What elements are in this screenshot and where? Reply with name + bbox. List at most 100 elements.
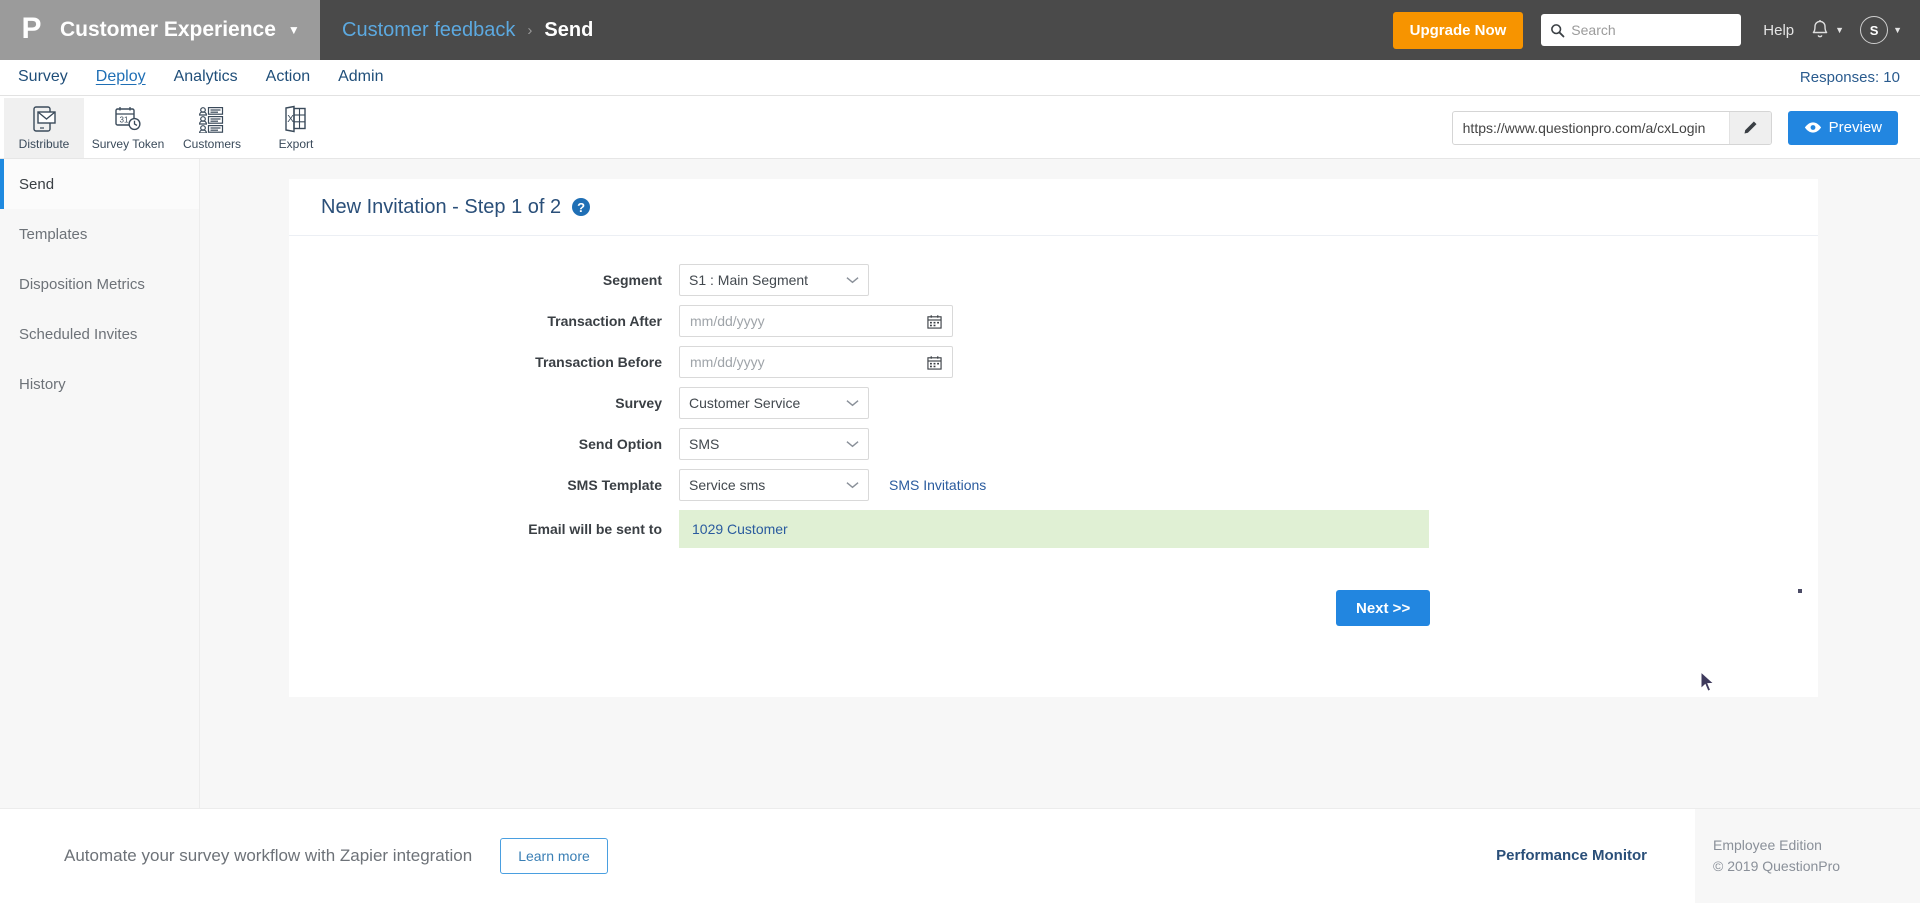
transaction-before-field[interactable] — [679, 346, 953, 378]
sms-invitations-link[interactable]: SMS Invitations — [889, 477, 986, 493]
sidebar-item-send[interactable]: Send — [0, 159, 199, 209]
sms-template-value: Service sms — [689, 477, 766, 493]
chevron-down-icon — [846, 400, 859, 407]
caret-down-icon[interactable]: ▼ — [288, 24, 300, 36]
sidebar-item-history[interactable]: History — [0, 359, 199, 409]
preview-button[interactable]: Preview — [1787, 110, 1898, 145]
top-bar-right: Upgrade Now Help ▼ S ▼ — [1392, 11, 1920, 49]
invitation-form: Segment S1 : Main Segment Transaction Af… — [289, 236, 1818, 626]
sidebar-item-scheduled-invites[interactable]: Scheduled Invites — [0, 309, 199, 359]
survey-url-text: https://www.questionpro.com/a/cxLogin — [1462, 119, 1706, 136]
deploy-toolbar: Distribute 31 Survey Token Customers X E… — [0, 97, 1920, 159]
toolbar-right: https://www.questionpro.com/a/cxLogin Pr… — [1451, 110, 1920, 145]
sidebar-item-templates[interactable]: Templates — [0, 209, 199, 259]
edition-info: Employee Edition © 2019 QuestionPro — [1695, 808, 1920, 903]
form-row-transaction-before: Transaction Before — [289, 346, 1818, 378]
footer: Automate your survey workflow with Zapie… — [0, 808, 1920, 903]
deploy-sidebar: Send Templates Disposition Metrics Sched… — [0, 159, 200, 808]
form-row-segment: Segment S1 : Main Segment — [289, 264, 1818, 296]
main-content: New Invitation - Step 1 of 2 ? Segment S… — [200, 159, 1920, 808]
upgrade-now-button[interactable]: Upgrade Now — [1392, 11, 1524, 49]
survey-url-box[interactable]: https://www.questionpro.com/a/cxLogin — [1451, 110, 1772, 145]
form-row-transaction-after: Transaction After — [289, 305, 1818, 337]
breadcrumb: Customer feedback › Send — [342, 19, 593, 42]
page-title: New Invitation - Step 1 of 2 — [321, 195, 562, 218]
new-invitation-card: New Invitation - Step 1 of 2 ? Segment S… — [289, 179, 1818, 697]
label-transaction-before: Transaction Before — [535, 354, 662, 370]
avatar: S — [1860, 16, 1889, 44]
search-box[interactable] — [1541, 14, 1742, 46]
phone-envelope-icon — [31, 104, 57, 134]
form-row-send-option: Send Option SMS — [289, 428, 1818, 460]
card-header: New Invitation - Step 1 of 2 ? — [289, 179, 1818, 236]
send-option-select[interactable]: SMS — [679, 428, 869, 460]
chevron-down-icon: ▼ — [1835, 25, 1845, 35]
breadcrumb-link-customer-feedback[interactable]: Customer feedback — [342, 19, 515, 42]
nav-item-survey[interactable]: Survey — [18, 68, 68, 88]
survey-select[interactable]: Customer Service — [679, 387, 869, 419]
label-survey: Survey — [615, 395, 662, 411]
transaction-after-field[interactable] — [679, 305, 953, 337]
survey-value: Customer Service — [689, 395, 801, 411]
tool-label: Export — [278, 137, 314, 151]
search-icon — [1551, 23, 1565, 37]
responses-count: Responses: 10 — [1799, 69, 1900, 86]
preview-label: Preview — [1828, 119, 1882, 136]
tool-label: Customers — [182, 137, 241, 151]
notifications-button[interactable]: ▼ — [1810, 19, 1844, 41]
segment-select[interactable]: S1 : Main Segment — [679, 264, 869, 296]
edition-name: Employee Edition — [1713, 836, 1822, 853]
breadcrumb-current-send: Send — [544, 18, 594, 41]
svg-text:X: X — [287, 114, 294, 125]
label-transaction-after: Transaction After — [547, 313, 662, 329]
tool-distribute[interactable]: Distribute — [4, 97, 84, 158]
recipients-count: 1029 Customer — [692, 521, 788, 537]
sidebar-item-disposition-metrics[interactable]: Disposition Metrics — [0, 259, 199, 309]
brand-name: Customer Experience — [60, 18, 276, 41]
eye-icon — [1804, 122, 1821, 133]
zapier-promo-text: Automate your survey workflow with Zapie… — [64, 845, 473, 865]
nav-item-deploy[interactable]: Deploy — [96, 68, 146, 88]
excel-export-icon: X — [283, 104, 309, 134]
form-row-survey: Survey Customer Service — [289, 387, 1818, 419]
help-circle-icon[interactable]: ? — [572, 198, 591, 216]
edit-url-button[interactable] — [1728, 111, 1771, 144]
help-link[interactable]: Help — [1763, 22, 1794, 39]
nav-item-action[interactable]: Action — [266, 68, 310, 88]
brand-block[interactable]: P Customer Experience ▼ — [0, 0, 320, 60]
transaction-after-input[interactable] — [690, 313, 927, 329]
form-row-recipients: Email will be sent to 1029 Customer — [289, 510, 1818, 548]
customer-list-icon — [198, 104, 226, 134]
sms-template-select[interactable]: Service sms — [679, 469, 869, 501]
chevron-down-icon — [846, 441, 859, 448]
label-sms-template: SMS Template — [567, 477, 662, 493]
bell-icon — [1812, 20, 1828, 38]
user-menu-button[interactable]: S ▼ — [1860, 16, 1902, 44]
tool-export[interactable]: X Export — [256, 98, 336, 158]
next-button[interactable]: Next >> — [1336, 590, 1431, 626]
label-segment: Segment — [602, 272, 662, 288]
label-recipients: Email will be sent to — [528, 521, 662, 537]
form-actions: Next >> — [289, 590, 1818, 626]
learn-more-button[interactable]: Learn more — [500, 837, 608, 874]
breadcrumb-separator-icon: › — [527, 21, 533, 39]
calendar-clock-icon: 31 — [114, 104, 142, 134]
segment-value: S1 : Main Segment — [689, 272, 809, 288]
nav-item-admin[interactable]: Admin — [338, 68, 383, 88]
chevron-down-icon — [846, 482, 859, 489]
form-row-sms-template: SMS Template Service sms SMS Invitations — [289, 469, 1818, 501]
top-bar: P Customer Experience ▼ Customer feedbac… — [0, 0, 1920, 60]
chevron-down-icon: ▼ — [1893, 25, 1902, 35]
stray-dot — [1798, 589, 1802, 593]
search-input[interactable] — [1571, 22, 1732, 38]
calendar-icon[interactable] — [927, 355, 942, 370]
performance-monitor-link[interactable]: Performance Monitor — [1496, 847, 1647, 864]
nav-item-analytics[interactable]: Analytics — [174, 68, 238, 88]
send-option-value: SMS — [689, 436, 720, 452]
tool-customers[interactable]: Customers — [172, 98, 252, 158]
tool-label: Distribute — [18, 137, 70, 151]
calendar-icon[interactable] — [927, 314, 942, 329]
tool-survey-token[interactable]: 31 Survey Token — [88, 98, 168, 158]
transaction-before-input[interactable] — [690, 354, 927, 370]
main-nav: Survey Deploy Analytics Action Admin Res… — [0, 60, 1920, 96]
